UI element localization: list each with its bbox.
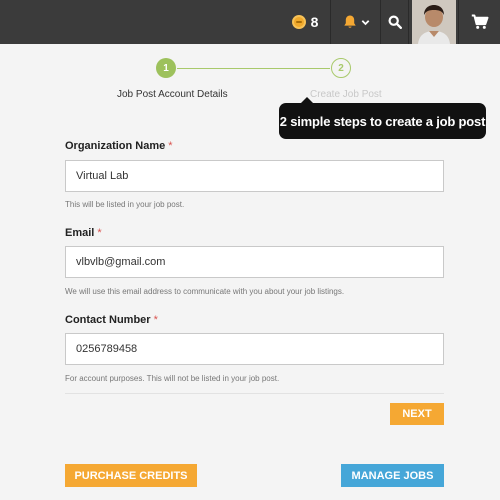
step-1-label: Job Post Account Details (117, 89, 228, 100)
purchase-credits-button[interactable]: PURCHASE CREDITS (65, 464, 197, 487)
email-input[interactable] (65, 246, 444, 278)
organization-name-input[interactable] (65, 160, 444, 192)
next-button[interactable]: NEXT (390, 403, 444, 425)
organization-name-help: This will be listed in your job post. (65, 200, 185, 209)
contact-number-help: For account purposes. This will not be l… (65, 374, 280, 383)
user-menu[interactable] (408, 0, 458, 44)
email-label: Email * (65, 227, 102, 239)
steps-tooltip: 2 simple steps to create a job post (279, 97, 486, 139)
organization-name-label-text: Organization Name (65, 140, 166, 152)
email-label-text: Email (65, 227, 95, 239)
required-mark: * (168, 140, 173, 152)
contact-number-input[interactable] (65, 333, 444, 365)
required-mark: * (153, 314, 158, 326)
contact-number-label: Contact Number * (65, 314, 158, 326)
required-mark: * (97, 227, 102, 239)
notifications-button[interactable] (330, 0, 380, 44)
cart-button[interactable] (458, 0, 500, 44)
step-2-indicator: 2 (331, 58, 351, 78)
coin-icon (291, 15, 306, 29)
bell-icon (343, 15, 356, 28)
email-help: We will use this email address to commun… (65, 287, 345, 296)
cart-icon (471, 14, 488, 29)
top-bar: 8 (0, 0, 500, 44)
avatar (411, 0, 456, 44)
stepper-connector (177, 68, 330, 69)
step-2-label: Create Job Post (310, 89, 382, 100)
search-button[interactable] (380, 0, 408, 44)
chevron-down-icon (361, 19, 369, 25)
step-1-indicator: 1 (156, 58, 176, 78)
organization-name-label: Organization Name * (65, 140, 173, 152)
search-icon (387, 15, 402, 29)
form-divider (65, 393, 444, 394)
credits-indicator[interactable]: 8 (280, 0, 330, 44)
contact-number-label-text: Contact Number (65, 314, 151, 326)
credit-count: 8 (310, 14, 319, 30)
manage-jobs-button[interactable]: MANAGE JOBS (341, 464, 444, 487)
